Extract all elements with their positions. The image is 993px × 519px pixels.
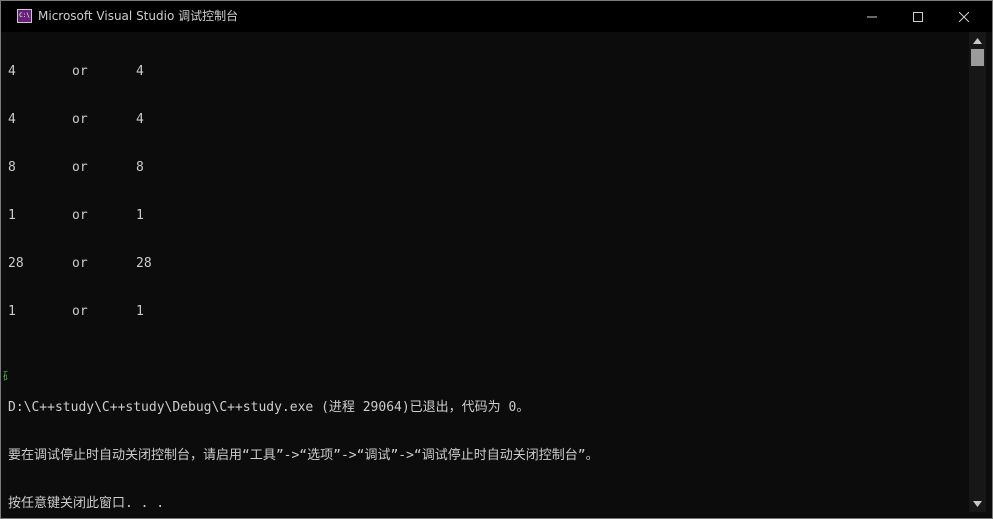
output-row: 1 or 1: [8, 304, 968, 320]
output-separator: or: [72, 256, 88, 271]
vertical-scrollbar[interactable]: [969, 32, 986, 512]
output-separator: or: [72, 160, 88, 175]
output-value-a: 4: [8, 64, 16, 79]
output-row: 8 or 8: [8, 160, 968, 176]
console-app-icon: C:\: [17, 9, 32, 23]
output-value-b: 8: [136, 160, 144, 175]
stray-glyph: 码: [3, 370, 8, 384]
output-value-a: 1: [8, 208, 16, 223]
output-row: 4 or 4: [8, 112, 968, 128]
output-value-a: 8: [8, 160, 16, 175]
output-row: 1 or 1: [8, 208, 968, 224]
maximize-button[interactable]: [895, 1, 941, 32]
maximize-icon: [913, 11, 923, 22]
minimize-button[interactable]: [849, 1, 895, 32]
window-title: Microsoft Visual Studio 调试控制台: [38, 9, 239, 23]
output-separator: or: [72, 64, 88, 79]
output-separator: or: [72, 112, 88, 127]
scrollbar-thumb[interactable]: [971, 49, 984, 66]
output-value-b: 1: [136, 304, 144, 319]
output-separator: or: [72, 208, 88, 223]
output-value-b: 4: [136, 112, 144, 127]
title-bar[interactable]: C:\ Microsoft Visual Studio 调试控制台: [1, 1, 992, 32]
output-separator: or: [72, 304, 88, 319]
scroll-up-button[interactable]: [969, 32, 986, 49]
output-value-b: 4: [136, 64, 144, 79]
scroll-down-arrow-icon: [973, 500, 982, 507]
auto-close-hint: 要在调试停止时自动关闭控制台，请启用“工具”->“选项”->“调试”->“调试停…: [8, 448, 599, 463]
output-value-a: 4: [8, 112, 16, 127]
output-row: 4 or 4: [8, 64, 968, 80]
output-value-a: 1: [8, 304, 16, 319]
output-value-b: 28: [136, 256, 152, 271]
console-app-icon-label: C:\: [19, 12, 30, 19]
console-window: C:\ Microsoft Visual Studio 调试控制台 4 or 4: [0, 0, 993, 519]
scroll-up-arrow-icon: [973, 37, 982, 44]
console-output[interactable]: 4 or 4 4 or 4 8 or 8 1 or 1 28 or 28 1 o…: [8, 32, 968, 512]
press-any-key-prompt: 按任意键关闭此窗口. . .: [8, 496, 165, 511]
exit-message: D:\C++study\C++study\Debug\C++study.exe …: [8, 400, 530, 415]
output-value-b: 1: [136, 208, 144, 223]
output-row: 28 or 28: [8, 256, 968, 272]
minimize-icon: [867, 16, 877, 17]
scroll-down-button[interactable]: [969, 495, 986, 512]
close-icon: [959, 11, 969, 22]
output-value-a: 28: [8, 256, 24, 271]
close-button[interactable]: [941, 1, 987, 32]
